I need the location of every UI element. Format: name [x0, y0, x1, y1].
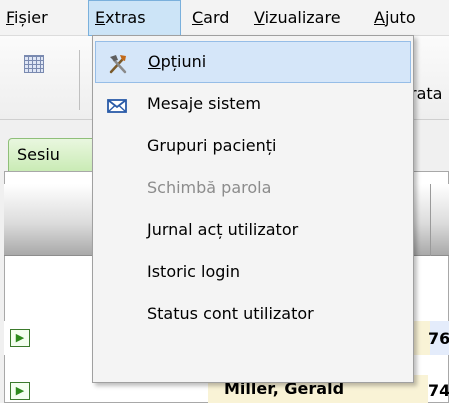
menu-card-mnemonic: C [192, 8, 204, 27]
optiuni-mnemonic: O [148, 52, 161, 71]
jurnal-act-utilizator-label: Jurnal acț utilizator [147, 220, 299, 239]
tools-icon [106, 51, 130, 75]
menu-extras-mnemonic: E [95, 8, 106, 27]
schimba-parola-label: Schimbă parola [147, 178, 272, 197]
optiuni-label: pțiuni [160, 52, 207, 71]
menu-item-istoric-login[interactable]: Istoric login [95, 251, 411, 293]
menu-card-label: ard [203, 8, 230, 27]
menu-vizualizare-label: izualizare [264, 8, 341, 27]
grid-view-icon[interactable] [24, 55, 44, 73]
menu-item-grupuri-pacienti[interactable]: Grupuri pacienți [95, 125, 411, 167]
row-expand-icon[interactable]: ▶ [10, 329, 30, 347]
menu-item-optiuni[interactable]: Opțiuni [95, 41, 411, 83]
status-cont-utilizator-label: Status cont utilizator [147, 304, 314, 323]
menubar: Fișier Extras Card Vizualizare Ajuto [0, 0, 449, 36]
menu-vizualizare[interactable]: Vizualizare [248, 0, 347, 36]
row-expand-icon[interactable]: ▶ [10, 382, 30, 400]
menu-fisier-mnemonic: F [6, 8, 15, 27]
menu-extras[interactable]: Extras [88, 0, 181, 36]
menu-item-mesaje-sistem[interactable]: Mesaje sistem [95, 83, 411, 125]
menu-item-status-cont-utilizator[interactable]: Status cont utilizator [95, 293, 411, 335]
grupuri-pacienti-label: Grupuri pacienți [147, 136, 277, 155]
menu-item-jurnal-act-utilizator[interactable]: Jurnal acț utilizator [95, 209, 411, 251]
column-divider[interactable] [430, 184, 431, 256]
mesaje-sistem-label: Mesaje sistem [147, 94, 261, 113]
toolbar-partial-label[interactable]: rata [410, 84, 442, 103]
extras-dropdown-menu: Opțiuni Mesaje sistem Grupuri pacienți S… [92, 35, 414, 383]
menu-ajutor-label: juto [384, 8, 416, 27]
menu-item-schimba-parola: Schimbă parola [95, 167, 411, 209]
menu-vizualizare-mnemonic: V [254, 8, 265, 27]
menu-card[interactable]: Card [186, 0, 235, 36]
istoric-login-label: Istoric login [147, 262, 240, 281]
row-number: 74 [428, 381, 449, 400]
toolbar-separator [79, 50, 80, 110]
row-number: 76 [428, 329, 449, 348]
menu-ajutor[interactable]: Ajuto [368, 0, 422, 36]
menu-fisier-label: ișier [14, 8, 48, 27]
menu-fisier[interactable]: Fișier [0, 0, 54, 36]
menu-ajutor-mnemonic: A [374, 8, 385, 27]
menu-extras-label: xtras [105, 8, 146, 27]
mail-icon [105, 92, 129, 116]
